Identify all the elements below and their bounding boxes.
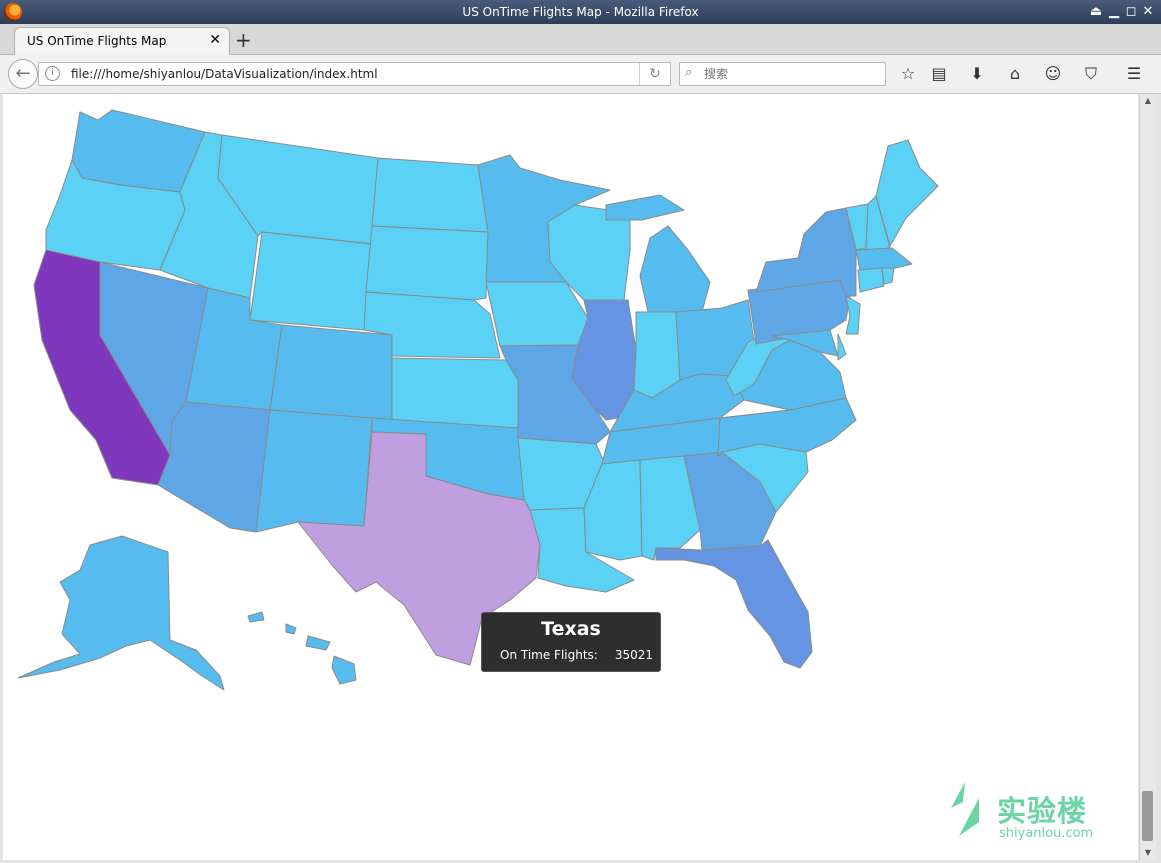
window-titlebar: US OnTime Flights Map - Mozilla Firefox … xyxy=(0,0,1161,24)
state-alaska[interactable] xyxy=(17,535,225,691)
search-input[interactable] xyxy=(702,65,881,83)
state-hawaii[interactable] xyxy=(247,611,357,685)
tab-bar: US OnTime Flights Map ✕ + xyxy=(0,24,1161,55)
state-florida[interactable] xyxy=(655,539,813,669)
maximize-icon[interactable]: ◻ xyxy=(1123,4,1139,20)
state-maine[interactable] xyxy=(875,139,939,247)
state-wyoming[interactable] xyxy=(249,231,373,331)
new-tab-icon[interactable]: + xyxy=(235,28,252,52)
state-new-york[interactable] xyxy=(755,207,857,297)
state-south-dakota[interactable] xyxy=(365,225,489,301)
state-delaware[interactable] xyxy=(837,333,847,361)
info-icon[interactable]: i xyxy=(45,66,60,81)
close-tab-icon[interactable]: ✕ xyxy=(209,32,221,48)
search-bar[interactable]: ⌕ xyxy=(679,62,886,86)
state-new-jersey[interactable] xyxy=(845,295,861,335)
tab-us-ontime-flights-map[interactable]: US OnTime Flights Map ✕ xyxy=(14,27,230,55)
navigation-toolbar: ← i file:///home/shiyanlou/DataVisualiza… xyxy=(0,55,1161,94)
tab-label: US OnTime Flights Map xyxy=(27,34,167,48)
state-colorado[interactable] xyxy=(269,324,393,421)
state-kansas[interactable] xyxy=(391,357,519,429)
bookmark-star-icon[interactable]: ☆ xyxy=(896,62,920,86)
tooltip-value: 35021 xyxy=(614,648,653,662)
pocket-icon[interactable]: ⛉ xyxy=(1079,62,1103,86)
watermark-en: shiyanlou.com xyxy=(999,826,1094,841)
state-connecticut[interactable] xyxy=(857,267,885,293)
shiyanlou-logo: 实验楼 shiyanlou.com xyxy=(945,780,1115,842)
url-bar[interactable]: i file:///home/shiyanlou/DataVisualizati… xyxy=(38,62,671,86)
scrollbar-thumb[interactable] xyxy=(1142,791,1153,841)
vertical-scrollbar[interactable]: ▲ ▼ xyxy=(1139,94,1156,860)
tooltip-label: On Time Flights: xyxy=(500,648,598,662)
scroll-down-icon[interactable]: ▼ xyxy=(1140,846,1156,860)
downloads-icon[interactable]: ⬇ xyxy=(965,62,989,86)
reload-icon[interactable]: ↻ xyxy=(639,63,670,85)
url-text[interactable]: file:///home/shiyanlou/DataVisualization… xyxy=(71,67,378,81)
leaf-logo-icon xyxy=(951,782,979,836)
tooltip-state-name: Texas xyxy=(541,618,601,640)
state-rhode-island[interactable] xyxy=(881,267,895,285)
state-north-dakota[interactable] xyxy=(371,157,489,233)
chat-icon[interactable]: ☺ xyxy=(1041,62,1065,86)
home-icon[interactable]: ⌂ xyxy=(1003,62,1027,86)
watermark-cn: 实验楼 xyxy=(997,794,1088,828)
shade-icon[interactable]: ⏏ xyxy=(1088,4,1104,20)
back-icon[interactable]: ← xyxy=(8,59,38,89)
state-arizona[interactable] xyxy=(157,401,271,533)
state-new-mexico[interactable] xyxy=(255,409,373,533)
search-icon: ⌕ xyxy=(685,65,693,80)
state-massachusetts[interactable] xyxy=(855,247,913,271)
page-content: Texas On Time Flights: 35021 实验楼 shiyanl… xyxy=(3,94,1138,860)
scroll-up-icon[interactable]: ▲ xyxy=(1140,94,1156,108)
window-title: US OnTime Flights Map - Mozilla Firefox xyxy=(462,5,699,19)
bookmarks-list-icon[interactable]: ▤ xyxy=(927,62,951,86)
close-window-icon[interactable]: ✕ xyxy=(1140,4,1156,20)
state-tooltip: Texas On Time Flights: 35021 xyxy=(481,612,661,672)
minimize-icon[interactable]: ▁ xyxy=(1106,4,1122,20)
state-iowa[interactable] xyxy=(485,281,589,347)
us-states-map xyxy=(17,109,939,691)
menu-icon[interactable]: ☰ xyxy=(1122,62,1146,86)
